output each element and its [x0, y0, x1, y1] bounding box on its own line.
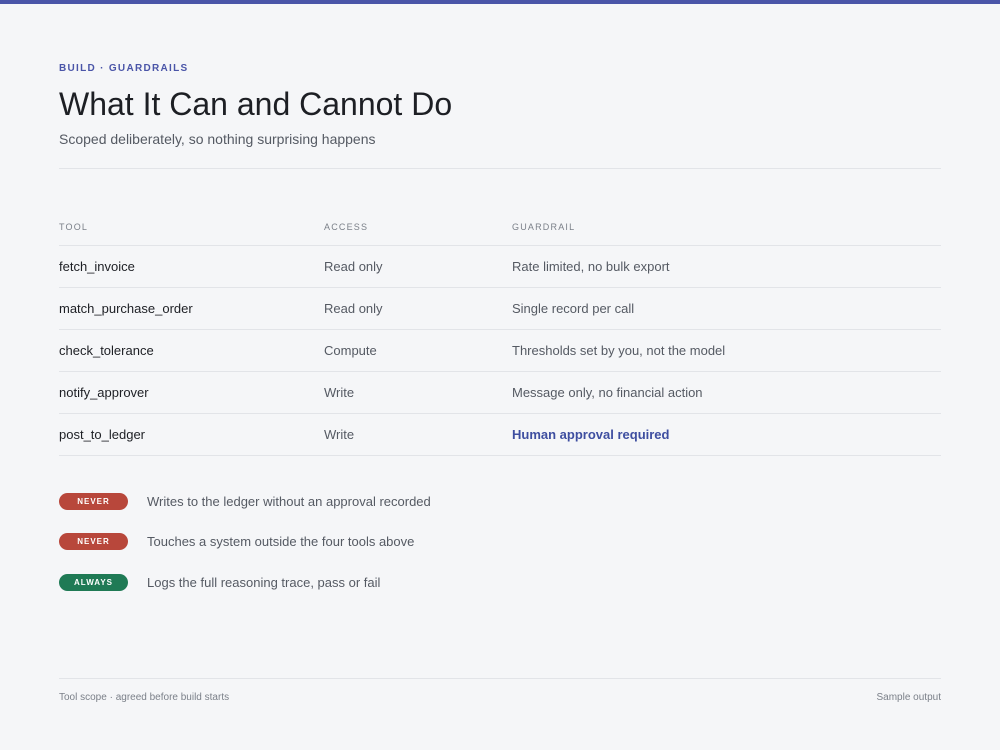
never-badge: NEVER — [59, 533, 128, 550]
guardrail-description-highlighted: Human approval required — [512, 413, 941, 456]
tool-scope-table: TOOL ACCESS GUARDRAIL fetch_invoice Read… — [59, 222, 941, 456]
header-divider — [59, 168, 941, 169]
table-row: post_to_ledger Write Human approval requ… — [59, 413, 941, 456]
tool-name: match_purchase_order — [59, 287, 324, 330]
tool-name: notify_approver — [59, 371, 324, 414]
access-level: Write — [324, 413, 512, 456]
rule-text: Logs the full reasoning trace, pass or f… — [147, 574, 381, 590]
guardrail-description: Single record per call — [512, 287, 941, 330]
table-row: match_purchase_order Read only Single re… — [59, 287, 941, 330]
access-level: Compute — [324, 329, 512, 372]
guardrail-description: Message only, no financial action — [512, 371, 941, 414]
column-header-tool: TOOL — [59, 222, 324, 246]
tool-name: fetch_invoice — [59, 245, 324, 288]
section-eyebrow: BUILD · GUARDRAILS — [59, 63, 189, 74]
always-badge: ALWAYS — [59, 573, 128, 591]
table-header-row: TOOL ACCESS GUARDRAIL — [59, 222, 941, 246]
column-header-guardrail: GUARDRAIL — [512, 222, 941, 246]
page-subtitle: Scoped deliberately, so nothing surprisi… — [59, 131, 376, 147]
access-level: Read only — [324, 245, 512, 288]
rule-item: NEVER Writes to the ledger without an ap… — [59, 492, 431, 510]
footer-label: Sample output — [876, 692, 942, 703]
footer-note: Tool scope · agreed before build starts — [59, 692, 230, 703]
access-level: Read only — [324, 287, 512, 330]
tool-name: check_tolerance — [59, 329, 324, 372]
rule-text: Touches a system outside the four tools … — [147, 534, 415, 549]
top-accent-bar — [0, 0, 1000, 4]
footer-divider — [59, 678, 941, 679]
guardrail-description: Thresholds set by you, not the model — [512, 329, 941, 372]
rule-item: ALWAYS Logs the full reasoning trace, pa… — [59, 573, 431, 591]
column-header-access: ACCESS — [324, 222, 512, 246]
access-level: Write — [324, 371, 512, 414]
rule-text: Writes to the ledger without an approval… — [147, 493, 431, 509]
tool-name: post_to_ledger — [59, 413, 324, 456]
never-badge: NEVER — [59, 492, 128, 510]
rule-item: NEVER Touches a system outside the four … — [59, 533, 431, 551]
guardrail-description: Rate limited, no bulk export — [512, 245, 941, 288]
table-row: fetch_invoice Read only Rate limited, no… — [59, 245, 941, 288]
page-title: What It Can and Cannot Do — [59, 86, 453, 122]
table-row: check_tolerance Compute Thresholds set b… — [59, 329, 941, 372]
rules-list: NEVER Writes to the ledger without an ap… — [59, 492, 431, 614]
table-row: notify_approver Write Message only, no f… — [59, 371, 941, 414]
